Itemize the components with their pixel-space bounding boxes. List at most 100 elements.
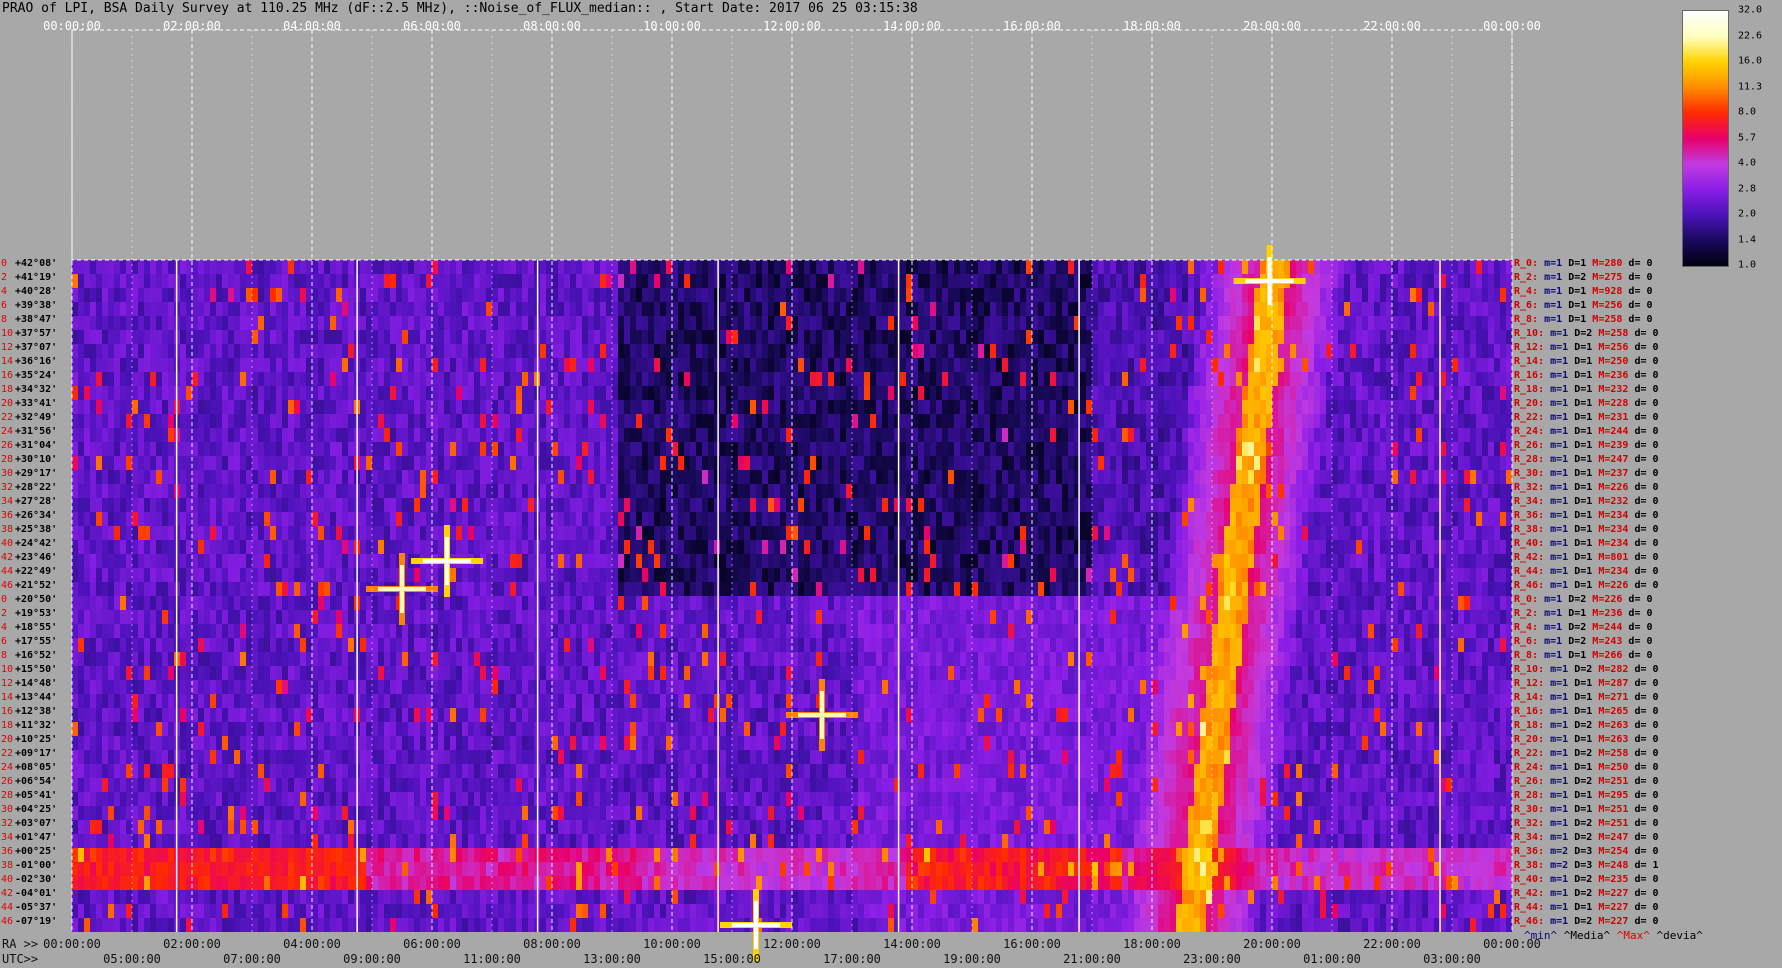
row-stats: R_20: m=1 D=1 M=263 d= 0 <box>1514 734 1659 748</box>
row-stat-field: m=1 <box>1544 468 1569 479</box>
utc-tick: 05:00:00 <box>103 952 161 966</box>
row-stats: R_30: m=1 D=1 M=251 d= 0 <box>1514 804 1659 818</box>
row-stat-field: M=263 <box>1592 734 1629 745</box>
declination-label: 8 +16°52' <box>1 650 57 664</box>
row-stat-field: m=1 <box>1544 566 1569 577</box>
row-stat-field: D=1 <box>1568 510 1593 521</box>
row-stats: R_12: m=1 D=1 M=256 d= 0 <box>1514 342 1659 356</box>
declination-label: 2 +19°53' <box>1 608 57 622</box>
declination-label: 46 -07°19' <box>1 916 57 930</box>
declination-label: 36 +00°25' <box>1 846 57 860</box>
row-stat-field: M=228 <box>1592 398 1629 409</box>
row-stat-field: d= 0 <box>1628 678 1659 689</box>
declination-label: 14 +36°16' <box>1 356 57 370</box>
declination-value: +19°53' <box>15 608 58 619</box>
row-stat-field: M=254 <box>1592 846 1629 857</box>
row-stat-field: M=235 <box>1592 874 1629 885</box>
row-stat-field: M=227 <box>1592 888 1629 899</box>
row-stat-field: d= 0 <box>1628 748 1659 759</box>
top-ra-tick: 08:00:00 <box>523 19 581 33</box>
declination-label: 44 +22°49' <box>1 566 57 580</box>
row-stat-field: D=1 <box>1568 566 1593 577</box>
row-stat-field: m=1 <box>1544 552 1569 563</box>
top-ra-tick: 14:00:00 <box>883 19 941 33</box>
declination-value: +16°52' <box>15 650 58 661</box>
utc-tick: 17:00:00 <box>823 952 881 966</box>
row-stats: R_12: m=1 D=1 M=287 d= 0 <box>1514 678 1659 692</box>
row-stat-field: R_28: <box>1514 454 1545 465</box>
row-stat-field: D=1 <box>1562 314 1587 325</box>
row-stats: R_28: m=1 D=1 M=295 d= 0 <box>1514 790 1659 804</box>
row-stat-field: d= 0 <box>1628 832 1659 843</box>
row-stats: R_30: m=1 D=1 M=237 d= 0 <box>1514 468 1659 482</box>
row-stat-field: m=1 <box>1544 748 1569 759</box>
row-stats: R_46: m=1 D=2 M=227 d= 0 <box>1514 916 1659 930</box>
bottom-ra-tick: 12:00:00 <box>763 937 821 951</box>
declination-value: +13°44' <box>15 692 58 703</box>
utc-axis-label: UTC>> <box>2 952 39 966</box>
row-stat-field: R_14: <box>1514 356 1545 367</box>
row-stat-field: M=244 <box>1586 622 1623 633</box>
row-stat-field: d= 0 <box>1628 720 1659 731</box>
row-index: 42 <box>1 552 14 563</box>
row-index: 46 <box>1 580 14 591</box>
declination-value: +40°28' <box>15 286 58 297</box>
row-stat-field: m=1 <box>1538 650 1563 661</box>
row-index: 30 <box>1 804 14 815</box>
declination-label: 32 +03°07' <box>1 818 57 832</box>
row-stat-field: R_38: <box>1514 524 1545 535</box>
row-stat-field: M=258 <box>1592 328 1629 339</box>
row-stats: R_24: m=1 D=1 M=244 d= 0 <box>1514 426 1659 440</box>
utc-tick: 13:00:00 <box>583 952 641 966</box>
declination-label: 18 +11°32' <box>1 720 57 734</box>
declination-label: 38 +25°38' <box>1 524 57 538</box>
row-stat-field: D=1 <box>1568 370 1593 381</box>
row-stat-field: M=247 <box>1592 454 1629 465</box>
row-stat-field: M=295 <box>1592 790 1629 801</box>
row-stat-field: m=1 <box>1538 272 1563 283</box>
row-stat-field: m=1 <box>1544 482 1569 493</box>
row-stat-field: M=256 <box>1586 300 1623 311</box>
row-stat-field: D=1 <box>1568 692 1593 703</box>
row-index: 36 <box>1 510 14 521</box>
utc-tick: 23:00:00 <box>1183 952 1241 966</box>
bottom-ra-tick: 14:00:00 <box>883 937 941 951</box>
row-stat-field: m=1 <box>1544 734 1569 745</box>
row-stat-field: D=2 <box>1562 622 1587 633</box>
row-stat-field: M=236 <box>1586 608 1623 619</box>
declination-value: +26°34' <box>15 510 58 521</box>
row-stat-field: d= 0 <box>1628 874 1659 885</box>
row-stat-field: M=227 <box>1592 916 1629 927</box>
row-stat-field: R_40: <box>1514 538 1545 549</box>
row-index: 20 <box>1 734 14 745</box>
row-stat-field: d= 0 <box>1628 916 1659 927</box>
declination-value: +10°25' <box>15 734 58 745</box>
row-stat-field: d= 0 <box>1628 902 1659 913</box>
top-ra-tick: 10:00:00 <box>643 19 701 33</box>
row-stat-field: M=248 <box>1592 860 1629 871</box>
row-stat-field: m=1 <box>1538 314 1563 325</box>
declination-label: 36 +26°34' <box>1 510 57 524</box>
row-stat-field: R_16: <box>1514 370 1545 381</box>
row-index: 2 <box>1 272 8 283</box>
row-stats: R_44: m=1 D=1 M=234 d= 0 <box>1514 566 1659 580</box>
row-stat-field: m=1 <box>1544 370 1569 381</box>
bottom-ra-tick: 20:00:00 <box>1243 937 1301 951</box>
declination-value: +09°17' <box>15 748 58 759</box>
row-stat-field: D=2 <box>1568 328 1593 339</box>
declination-label: 44 -05°37' <box>1 902 57 916</box>
declination-value: +01°47' <box>15 832 58 843</box>
row-stat-field: R_6: <box>1514 636 1539 647</box>
row-stat-field: m=1 <box>1544 580 1569 591</box>
row-index: 28 <box>1 454 14 465</box>
row-stat-field: R_0: <box>1514 258 1539 269</box>
row-index: 12 <box>1 678 14 689</box>
row-index: 32 <box>1 818 14 829</box>
row-stat-field: D=2 <box>1562 272 1587 283</box>
row-stat-field: d= 0 <box>1628 734 1659 745</box>
row-stat-field: M=275 <box>1586 272 1623 283</box>
declination-value: +36°16' <box>15 356 58 367</box>
row-index: 12 <box>1 342 14 353</box>
bottom-ra-tick: 18:00:00 <box>1123 937 1181 951</box>
declination-label: 30 +04°25' <box>1 804 57 818</box>
